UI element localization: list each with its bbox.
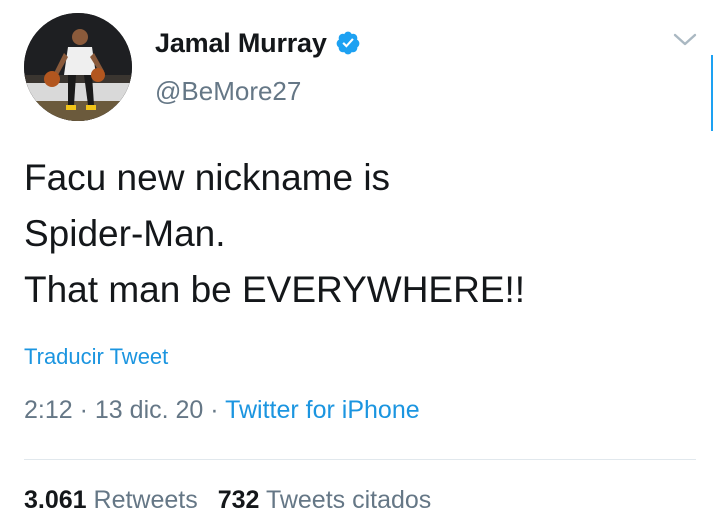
- quotes-stat[interactable]: 732 Tweets citados: [218, 486, 432, 514]
- quotes-label: Tweets citados: [265, 486, 432, 514]
- chevron-down-icon[interactable]: [672, 30, 698, 50]
- tweet-time[interactable]: 2:12: [24, 396, 73, 424]
- author-avatar[interactable]: [24, 13, 132, 121]
- tweet-date[interactable]: 13 dic. 20: [95, 396, 203, 424]
- tweet-meta: 2:12 · 13 dic. 20 · Twitter for iPhone: [24, 396, 420, 425]
- tweet-stats: 3.061 Retweets 732 Tweets citados: [24, 486, 431, 515]
- meta-separator: ·: [210, 396, 219, 424]
- tweet-source-link[interactable]: Twitter for iPhone: [225, 396, 420, 424]
- player-avatar-image: [24, 13, 132, 121]
- divider: [24, 459, 696, 460]
- translate-tweet-link[interactable]: Traducir Tweet: [24, 344, 168, 370]
- author-display-name[interactable]: Jamal Murray: [155, 28, 327, 59]
- author-name-row[interactable]: Jamal Murray: [155, 26, 361, 60]
- retweets-stat[interactable]: 3.061 Retweets: [24, 486, 198, 514]
- retweets-count: 3.061: [24, 486, 87, 514]
- retweets-label: Retweets: [93, 486, 198, 514]
- meta-separator: ·: [79, 396, 88, 424]
- author-handle[interactable]: @BeMore27: [155, 76, 301, 107]
- verified-badge-icon: [336, 31, 360, 55]
- quotes-count: 732: [217, 486, 260, 514]
- tweet-text: Facu new nickname is Spider-Man. That ma…: [24, 157, 526, 310]
